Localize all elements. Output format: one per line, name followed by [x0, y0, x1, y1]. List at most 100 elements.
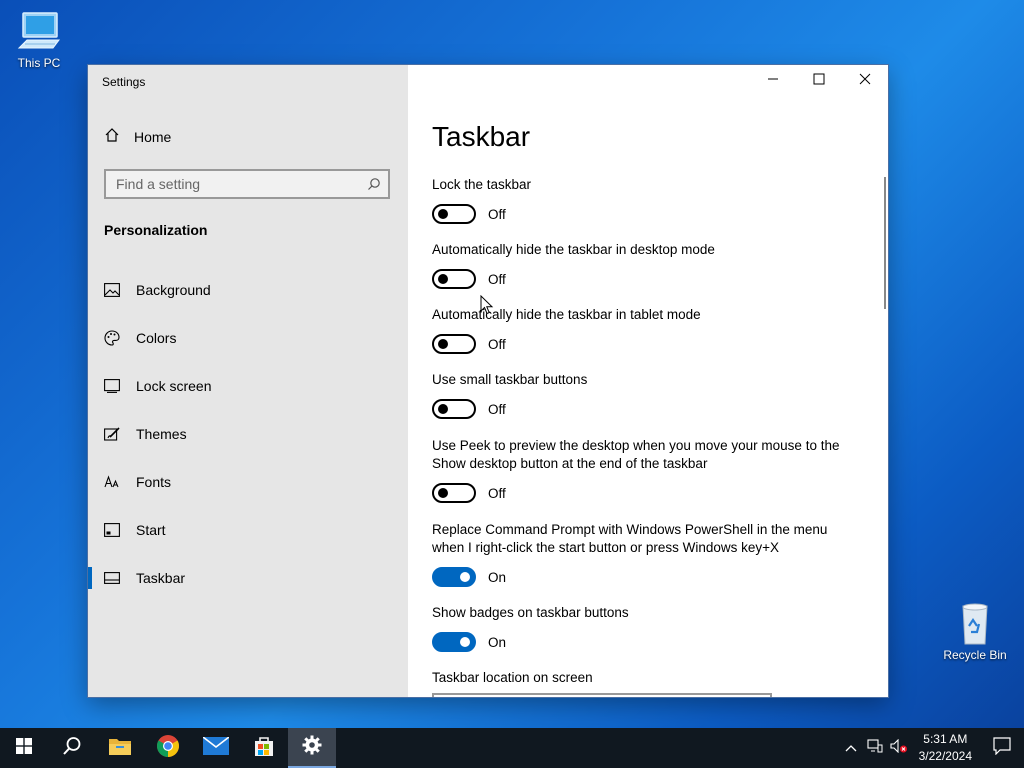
mouse-cursor-icon [480, 294, 494, 320]
setting-label: Show badges on taskbar buttons [432, 605, 629, 620]
tray-overflow-button[interactable] [839, 728, 863, 768]
toggle-state: Off [488, 401, 506, 417]
sidebar-item-label: Colors [136, 330, 177, 346]
setting-autohide-tablet: Automatically hide the taskbar in tablet… [432, 306, 862, 354]
small-buttons-toggle[interactable] [432, 399, 476, 419]
page-title: Taskbar [432, 121, 531, 152]
windows-logo-icon [16, 737, 32, 759]
sidebar-item-start[interactable]: Start [88, 506, 408, 554]
sidebar-item-background[interactable]: Background [88, 266, 408, 314]
sidebar-item-fonts[interactable]: Fonts [88, 458, 408, 506]
sidebar-item-taskbar[interactable]: Taskbar [88, 554, 408, 602]
setting-label: Use small taskbar buttons [432, 372, 588, 387]
sidebar-item-label: Lock screen [136, 378, 212, 394]
system-tray: 5:31 AM 3/22/2024 [839, 728, 1024, 768]
action-center-button[interactable] [980, 728, 1024, 768]
setting-label: Automatically hide the taskbar in deskto… [432, 242, 715, 257]
settings-icon [302, 735, 322, 760]
start-icon [104, 522, 120, 538]
search-box[interactable] [104, 169, 390, 199]
sidebar-item-label: Taskbar [136, 570, 186, 586]
chevron-up-icon [845, 739, 857, 757]
setting-small-buttons: Use small taskbar buttons Off [432, 371, 862, 419]
mail-icon [202, 735, 230, 760]
volume-muted-icon [890, 738, 908, 758]
tray-volume-button[interactable] [887, 728, 911, 768]
file-explorer-icon [108, 736, 132, 761]
taskbar-icon [104, 570, 120, 586]
toggle-state: On [488, 634, 507, 650]
sidebar-item-label: Fonts [136, 474, 172, 490]
badges-toggle[interactable] [432, 632, 476, 652]
desktop-icon-label: Recycle Bin [943, 648, 1007, 662]
sidebar-item-label: Background [136, 282, 211, 298]
search-icon[interactable] [360, 177, 388, 191]
autohide-tablet-toggle[interactable] [432, 334, 476, 354]
sidebar: Settings Home Personalization Background [88, 65, 408, 697]
sidebar-item-lock-screen[interactable]: Lock screen [88, 362, 408, 410]
tray-network-button[interactable] [863, 728, 887, 768]
chrome-icon [156, 734, 180, 763]
setting-taskbar-location: Taskbar location on screen [432, 669, 862, 687]
palette-icon [104, 330, 120, 346]
lock-screen-icon [104, 378, 120, 394]
font-icon [104, 474, 120, 490]
lock-taskbar-toggle[interactable] [432, 204, 476, 224]
home-label: Home [134, 128, 172, 145]
notification-icon [993, 736, 1011, 760]
scrollbar[interactable] [884, 177, 886, 309]
setting-label: Taskbar location on screen [432, 670, 593, 685]
brush-icon [104, 426, 120, 442]
peek-toggle[interactable] [432, 483, 476, 503]
setting-badges: Show badges on taskbar buttons On [432, 604, 862, 652]
taskbar-settings[interactable] [288, 728, 336, 768]
computer-icon [15, 10, 63, 54]
toggle-state: Off [488, 206, 506, 222]
clock-time: 5:31 AM [923, 732, 968, 746]
toggle-state: Off [488, 485, 506, 501]
setting-powershell: Replace Command Prompt with Windows Powe… [432, 521, 862, 587]
taskbar-file-explorer[interactable] [96, 728, 144, 768]
powershell-toggle[interactable] [432, 567, 476, 587]
setting-lock-taskbar: Lock the taskbar Off [432, 176, 862, 224]
sidebar-item-label: Start [136, 522, 166, 538]
desktop-icon-this-pc[interactable]: This PC [4, 10, 74, 70]
sidebar-nav: Background Colors Lock screen Themes Fon… [88, 266, 408, 602]
setting-autohide-desktop: Automatically hide the taskbar in deskto… [432, 241, 862, 289]
taskbar-mail[interactable] [192, 728, 240, 768]
taskbar-location-dropdown[interactable] [432, 693, 772, 697]
clock-date: 3/22/2024 [918, 749, 972, 763]
setting-label: Automatically hide the taskbar in tablet… [432, 307, 701, 322]
settings-window: Settings Home Personalization Background [88, 65, 888, 697]
section-heading: Personalization [104, 222, 208, 238]
network-icon [867, 738, 883, 758]
setting-label: Use Peek to preview the desktop when you… [432, 438, 840, 471]
home-icon [104, 127, 120, 146]
content-pane: Taskbar Lock the taskbar Off Automatical… [408, 65, 888, 697]
toggle-state: Off [488, 336, 506, 352]
sidebar-item-colors[interactable]: Colors [88, 314, 408, 362]
store-icon [253, 735, 275, 762]
setting-label: Replace Command Prompt with Windows Powe… [432, 522, 828, 555]
sidebar-item-label: Themes [136, 426, 187, 442]
search-input[interactable] [106, 175, 360, 193]
setting-peek: Use Peek to preview the desktop when you… [432, 437, 862, 503]
recycle-bin-icon [951, 602, 999, 646]
autohide-desktop-toggle[interactable] [432, 269, 476, 289]
window-title: Settings [102, 75, 146, 89]
search-icon [62, 736, 82, 761]
picture-icon [104, 282, 120, 298]
sidebar-item-themes[interactable]: Themes [88, 410, 408, 458]
taskbar-chrome[interactable] [144, 728, 192, 768]
setting-label: Lock the taskbar [432, 177, 532, 192]
taskbar-store[interactable] [240, 728, 288, 768]
desktop-icon-label: This PC [17, 56, 61, 70]
taskbar: 5:31 AM 3/22/2024 [0, 728, 1024, 768]
toggle-state: On [488, 569, 507, 585]
taskbar-clock[interactable]: 5:31 AM 3/22/2024 [911, 731, 980, 765]
toggle-state: Off [488, 271, 506, 287]
desktop-icon-recycle-bin[interactable]: Recycle Bin [940, 602, 1010, 662]
start-button[interactable] [0, 728, 48, 768]
taskbar-search-button[interactable] [48, 728, 96, 768]
home-nav[interactable]: Home [104, 127, 171, 146]
